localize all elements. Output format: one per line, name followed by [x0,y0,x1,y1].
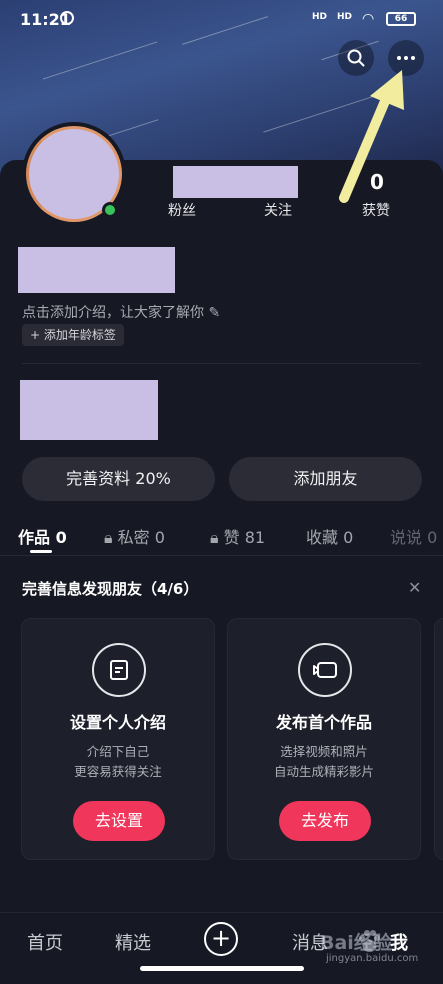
alarm-icon [60,11,74,25]
card-publish-work: 发布首个作品 选择视频和照片 自动生成精彩影片 去发布 [227,618,421,860]
more-dots-icon [397,56,415,60]
card-title: 设置个人介绍 [69,713,166,732]
lock-icon: 🔒︎ [210,528,219,547]
likes-label[interactable]: 获赞 [362,200,390,220]
divider [22,363,421,364]
card-desc-line2: 自动生成精彩影片 [273,764,374,779]
intro-text: 点击添加介绍，让大家了解你 [22,305,204,321]
tab-favorites-count: 0 [343,528,354,547]
nav-home[interactable]: 首页 [27,929,63,955]
following-label[interactable]: 关注 [264,200,292,220]
redacted-info [20,380,158,440]
nav-me[interactable]: 我 [390,929,408,955]
search-icon [347,49,365,67]
tab-favorites[interactable]: 收藏 0 [306,524,353,548]
card-desc-line1: 选择视频和照片 [280,744,368,759]
complete-profile-button[interactable]: 完善资料 20% [22,457,215,501]
watermark-url: jingyan.baidu.com [326,953,419,964]
add-age-tag-button[interactable]: + 添加年龄标签 [22,324,124,346]
tab-posts-count: 0 [427,528,438,547]
age-tag-label: 添加年龄标签 [43,328,116,342]
tab-liked[interactable]: 🔒︎ 赞 81 [210,524,265,548]
card-set-intro: 设置个人介绍 介绍下自己 更容易获得关注 去设置 [21,618,215,860]
redacted-username [18,247,175,293]
signal-icon-2: HD [337,12,353,22]
discover-section-title: 完善信息发现朋友（4/6） [22,580,199,598]
followers-label[interactable]: 粉丝 [168,200,196,220]
go-set-button[interactable]: 去设置 [73,801,165,841]
close-icon[interactable]: ✕ [408,578,421,597]
tabs-divider [0,555,443,556]
profile-tabs: 作品 0 🔒︎ 私密 0 🔒︎ 赞 81 收藏 0 说说 0 [0,518,443,554]
tab-favorites-label: 收藏 [306,528,339,547]
active-tab-indicator [30,550,52,553]
home-indicator [140,966,304,971]
tab-liked-label: 赞 [223,528,240,547]
edit-pencil-icon: ✎ [208,305,221,321]
baidu-paw-icon [359,930,380,952]
add-friend-button[interactable]: 添加朋友 [229,457,422,501]
card-desc-line2: 更容易获得关注 [74,764,162,779]
likes-count[interactable]: 0 [370,170,384,194]
card-title: 发布首个作品 [275,713,372,732]
go-publish-button[interactable]: 去发布 [279,801,371,841]
nav-featured[interactable]: 精选 [115,929,151,955]
tab-works-count: 0 [55,528,67,547]
tab-works[interactable]: 作品 0 [18,524,67,548]
lock-icon: 🔒︎ [104,528,113,547]
intro-placeholder[interactable]: 点击添加介绍，让大家了解你 ✎ [22,302,220,322]
document-icon [92,643,146,697]
tab-works-label: 作品 [18,528,51,547]
tab-private-count: 0 [154,528,165,547]
status-bar: 11:21 HD HD ◠ 66 [0,0,443,40]
wifi-icon: ◠ [362,11,375,27]
tab-private[interactable]: 🔒︎ 私密 0 [104,524,165,548]
tab-liked-count: 81 [244,528,266,547]
tab-posts[interactable]: 说说 0 [390,524,437,548]
signal-icon: HD [312,12,328,22]
create-plus-button[interactable]: + [204,922,238,956]
next-card-peek[interactable] [434,618,443,860]
tab-posts-label: 说说 [390,528,423,547]
card-desc-line1: 介绍下自己 [86,744,150,759]
redacted-stats [173,166,298,198]
video-camera-icon [298,643,352,697]
tab-private-label: 私密 [117,528,150,547]
battery-icon: 66 [386,12,416,26]
plus-icon: + [30,328,44,342]
online-status-dot [102,202,118,218]
